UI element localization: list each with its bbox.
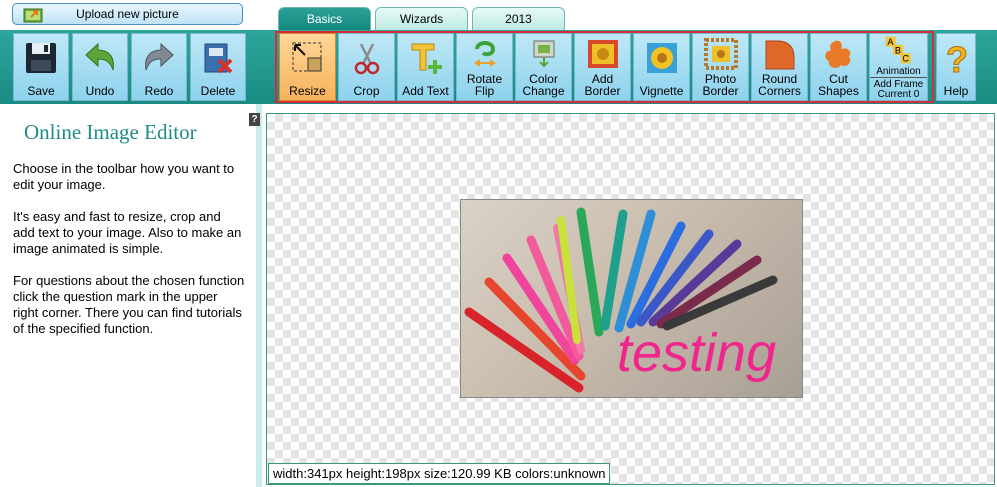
question-mark-icon: ?: [946, 40, 969, 76]
color-change-icon: [533, 40, 554, 68]
save-button[interactable]: Save: [13, 33, 69, 101]
scissors-icon: [354, 43, 379, 75]
delete-button[interactable]: Delete: [190, 33, 246, 101]
save-label: Save: [27, 84, 55, 98]
cut-shapes-label: Cut Shapes: [811, 73, 866, 97]
add-border-icon: [587, 40, 618, 68]
photo-border-label: Photo Border: [693, 73, 748, 97]
add-text-tool-button[interactable]: Add Text: [397, 33, 454, 101]
sidebar-paragraph-2: It's easy and fast to resize, crop and a…: [13, 209, 242, 256]
corners-label-line: Corners: [758, 84, 801, 98]
top-bar: Upload new picture Basics Wizards 2013: [0, 0, 997, 30]
animation-title: Animation: [870, 67, 927, 78]
resize-tool-button[interactable]: Resize: [279, 33, 336, 101]
sidebar-paragraph-1: Choose in the toolbar how you want to ed…: [13, 161, 235, 192]
tab-2013[interactable]: 2013: [472, 7, 565, 30]
redo-arrow-icon: [145, 42, 174, 71]
sidebar-title: Online Image Editor: [24, 120, 197, 144]
abc-animation-icon: A B C: [885, 36, 911, 64]
help-button[interactable]: ? Help: [936, 33, 976, 101]
crop-label: Crop: [353, 84, 380, 98]
resize-icon: [292, 42, 321, 72]
tab-basics[interactable]: Basics: [278, 7, 371, 30]
upload-new-picture-button[interactable]: Upload new picture: [12, 3, 243, 25]
resize-label: Resize: [289, 84, 326, 98]
redo-button[interactable]: Redo: [131, 33, 187, 101]
redo-label: Redo: [144, 84, 174, 98]
cut-shapes-tool-button[interactable]: Cut Shapes: [810, 33, 867, 101]
round-corners-label: Round Corners: [752, 73, 807, 97]
crop-tool-button[interactable]: Crop: [338, 33, 395, 101]
undo-button[interactable]: Undo: [72, 33, 128, 101]
vignette-label: Vignette: [639, 84, 684, 98]
toolbar: Save Undo Redo Delete Resize Crop Add Te…: [0, 30, 997, 104]
delete-file-icon: [204, 43, 233, 74]
photo-border-label-line: Border: [702, 84, 739, 98]
change-label-line: Change: [522, 84, 565, 98]
vignette-tool-button[interactable]: Vignette: [633, 33, 690, 101]
image-status-bar: width:341px height:198px size:120.99 KB …: [268, 463, 611, 484]
color-change-tool-button[interactable]: Color Change: [515, 33, 572, 101]
current-frame-label: Current 0: [877, 89, 920, 100]
sidebar-help-icon[interactable]: ?: [249, 113, 260, 126]
svg-text:B: B: [894, 45, 900, 55]
color-change-label: Color Change: [516, 73, 571, 97]
cut-shapes-icon: [824, 40, 850, 68]
rotate-flip-icon: [473, 41, 496, 67]
add-text-icon: [411, 43, 442, 74]
rotate-flip-tool-button[interactable]: Rotate Flip: [456, 33, 513, 101]
shapes-label-line: Shapes: [818, 84, 859, 98]
undo-arrow-icon: [85, 42, 114, 71]
undo-label: Undo: [85, 84, 115, 98]
svg-text:C: C: [902, 54, 909, 64]
animation-add-frame-button[interactable]: A B C Animation Add Frame Current 0: [869, 33, 928, 101]
vignette-icon: [646, 43, 677, 73]
border-label-line: Border: [584, 84, 621, 98]
rotate-flip-label: Rotate Flip: [457, 73, 512, 97]
edited-image[interactable]: testing: [460, 199, 803, 398]
tab-wizards[interactable]: Wizards: [375, 7, 468, 30]
sidebar-paragraph-3: For questions about the chosen function …: [13, 273, 245, 336]
upload-label: Upload new picture: [76, 7, 179, 21]
add-text-label: Add Text: [402, 84, 449, 98]
floppy-disk-icon: [26, 43, 56, 73]
flip-label-line: Flip: [474, 84, 495, 98]
photo-border-tool-button[interactable]: Photo Border: [692, 33, 749, 101]
svg-text:?: ?: [946, 40, 968, 76]
add-border-tool-button[interactable]: Add Border: [574, 33, 631, 101]
help-label: Help: [943, 84, 969, 98]
delete-label: Delete: [200, 84, 236, 98]
round-corners-icon: [765, 40, 794, 70]
round-corners-tool-button[interactable]: Round Corners: [751, 33, 808, 101]
add-border-label: Add Border: [575, 73, 630, 97]
photo-border-icon: [703, 38, 738, 70]
image-overlay-text: testing: [617, 323, 777, 383]
